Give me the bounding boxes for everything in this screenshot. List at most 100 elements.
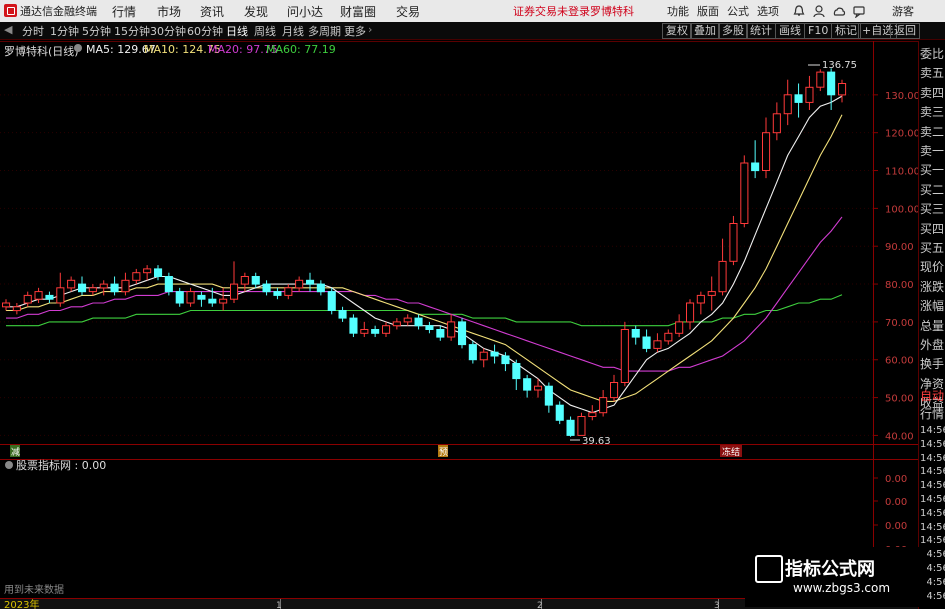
user-icon[interactable] [812,4,826,18]
side-panel-label[interactable]: 行情 [920,405,944,422]
side-panel-label: 14:56 [920,425,945,436]
f10-button[interactable]: F10 [804,23,833,39]
more-arrow-icon[interactable]: › [368,23,372,36]
candle-body [175,291,184,304]
marker-reduce[interactable]: 减 [11,446,20,458]
side-panel-label: 14:56 [920,507,945,519]
ma60-line [6,294,843,327]
candle-body [99,283,108,289]
period-weekly[interactable]: 周线 [254,23,276,39]
period-daily[interactable]: 日线 [226,23,248,39]
side-panel-label: 卖三 [920,105,945,120]
menu-gongneng[interactable]: 功能 [667,3,689,19]
side-panel-label: 卖一 [920,144,945,158]
duogu-button[interactable]: 多股 [718,23,748,39]
sub-axis-label: 0.00 [885,521,907,532]
side-panel-label: 买四 [920,221,945,236]
price-axis-label: 110.00 [885,167,918,178]
sub-axis-label: 0.00 [885,497,907,508]
kline-chart[interactable]: 130.00120.00110.00100.0090.0080.0070.006… [0,41,918,609]
biaoji-button[interactable]: 标记 [831,23,861,39]
period-more[interactable]: 更多 [344,23,366,39]
candle-body [34,291,43,300]
period-multi[interactable]: 多周期 [308,23,341,39]
price-axis-label: 50.00 [885,394,914,405]
candle-body [610,382,619,399]
side-panel-label: 14:56 [920,494,945,505]
period-5min[interactable]: 5分钟 [82,23,111,39]
candle-body [696,294,705,304]
period-monthly[interactable]: 月线 [282,23,304,39]
candle-body [458,321,467,346]
period-60min[interactable]: 60分钟 [187,23,223,39]
menu-faxian[interactable]: 发现 [244,3,268,20]
period-30min[interactable]: 30分钟 [150,23,186,39]
candle-body [382,325,391,334]
diejia-button[interactable]: 叠加 [690,23,720,39]
candle-body [327,291,336,312]
side-panel-label: 现价 [920,260,945,275]
candle-body [23,294,32,304]
future-data-hint: 用到未来数据 [4,583,64,596]
fuquan-button[interactable]: 复权 [662,23,692,39]
back-button[interactable]: 返回 [890,23,920,39]
tongji-button[interactable]: 统计 [746,23,776,39]
candles [2,68,847,437]
menu-caifuquan[interactable]: 财富圈 [340,3,376,20]
candle-body [414,317,423,327]
month-label-1: 1 [276,601,282,609]
candle-body [675,321,684,334]
marker-forecast[interactable]: 预 [439,447,448,458]
candle-body [653,340,662,349]
candle-body [566,419,575,436]
menu-jiaoyi[interactable]: 交易 [396,3,420,20]
candle-body [403,317,412,323]
period-fenshi[interactable]: 分时 [22,23,44,39]
period-15min[interactable]: 15分钟 [114,23,150,39]
price-axis-label: 40.00 [885,431,914,442]
huaxian-button[interactable]: 画线 [775,23,805,39]
candle-body [838,83,847,96]
side-panel-label: 14:56 [920,480,945,492]
period-1min[interactable]: 1分钟 [50,23,79,39]
candle-body [186,291,195,304]
menu-shichang[interactable]: 市场 [157,3,181,20]
candle-body [468,344,477,361]
candle-body [197,294,206,300]
candle-body [686,302,695,323]
candle-body [718,260,727,293]
candle-body [2,302,11,308]
candle-body [577,416,586,436]
guest-label[interactable]: 游客 [892,3,914,19]
candle-body [588,412,597,418]
cloud-icon[interactable] [832,4,846,18]
side-panel-label[interactable]: 自动 [920,387,944,404]
candle-body [78,283,87,293]
max-price-label: 136.75 [822,60,857,71]
sub-settings-icon[interactable] [5,461,13,469]
side-panel-label: 卖二 [920,124,945,139]
side-panel-label: 涨幅 [920,299,945,314]
menu-xuanxiang[interactable]: 选项 [757,3,779,19]
candle-body [479,351,488,361]
candle-body [45,294,54,300]
trade-login-notice[interactable]: 证券交易未登录 [513,3,590,19]
watermark-url: www.zbgs3.com [793,581,891,595]
candle-body [425,325,434,331]
candle-body [762,132,771,171]
bell-icon[interactable] [792,4,806,18]
menu-wenxiaoda[interactable]: 问小达 [287,3,323,20]
menu-zixun[interactable]: 资讯 [200,3,224,20]
side-panel-label: 14:56 [920,466,945,478]
marker-freeze[interactable]: 冻结 [722,446,740,458]
menu-hangqing[interactable]: 行情 [112,3,136,20]
menu-banmian[interactable]: 版面 [697,3,719,19]
candle-body [154,268,163,277]
toolbar-arrow-icon[interactable]: ◀ [4,23,12,36]
month-label-3: 3 [714,601,720,609]
month-label-2: 2 [537,601,543,609]
candle-body [67,279,76,289]
chat-icon[interactable] [852,4,866,18]
candle-body [534,385,543,391]
menu-gongshi[interactable]: 公式 [727,3,749,19]
